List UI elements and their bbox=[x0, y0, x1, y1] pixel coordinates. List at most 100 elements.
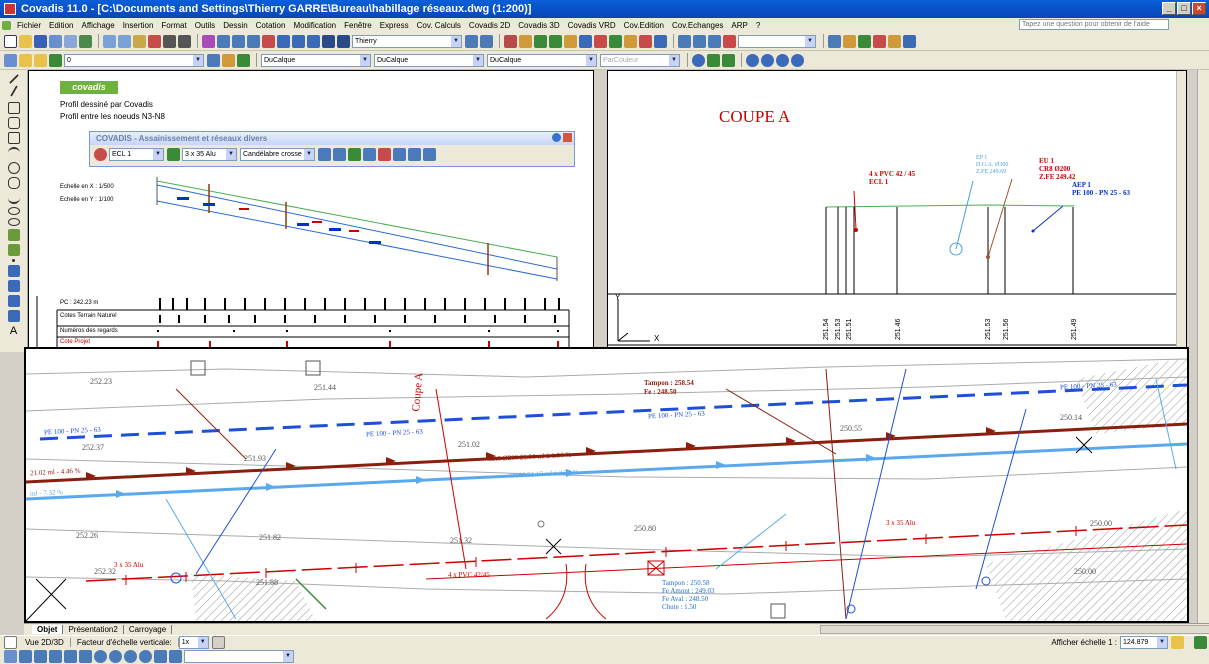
covadis-tool8-icon[interactable] bbox=[609, 34, 622, 48]
help-icon[interactable] bbox=[552, 133, 561, 142]
covadis-tool6-icon[interactable] bbox=[579, 34, 592, 48]
covadis-tool15-icon[interactable] bbox=[723, 34, 736, 48]
menu-insertion[interactable]: Insertion bbox=[119, 21, 158, 30]
user-tool-icon[interactable] bbox=[465, 34, 478, 48]
equipment-icon[interactable] bbox=[167, 148, 180, 161]
menu-cotation[interactable]: Cotation bbox=[252, 21, 290, 30]
layer-lock-icon[interactable] bbox=[49, 53, 62, 67]
orbit3-icon[interactable] bbox=[776, 53, 789, 67]
bb-tool7-icon[interactable] bbox=[94, 650, 107, 663]
redo-icon[interactable] bbox=[178, 34, 191, 48]
covadis-tool5-icon[interactable] bbox=[564, 34, 577, 48]
covadis-tool19-icon[interactable] bbox=[873, 34, 886, 48]
menu-help[interactable]: ? bbox=[752, 21, 764, 30]
menu-dessin[interactable]: Dessin bbox=[219, 21, 251, 30]
render2-icon[interactable] bbox=[707, 53, 720, 67]
fb-tool1-icon[interactable] bbox=[318, 148, 331, 161]
fb-tool4-icon[interactable] bbox=[363, 148, 376, 161]
paste-icon[interactable] bbox=[133, 34, 146, 48]
menu-cov-edition[interactable]: Cov.Edition bbox=[620, 21, 668, 30]
bb-tool4-icon[interactable] bbox=[49, 650, 62, 663]
tab-carroyage[interactable]: Carroyage bbox=[124, 625, 173, 634]
rectangle-icon[interactable] bbox=[7, 132, 20, 144]
quickcalc-icon[interactable] bbox=[337, 34, 350, 48]
pan-icon[interactable] bbox=[202, 34, 215, 48]
network-icon[interactable] bbox=[94, 148, 107, 161]
gradient-icon[interactable] bbox=[7, 280, 20, 292]
plan-horizontal-scrollbar[interactable] bbox=[820, 625, 1209, 634]
menu-cov-calculs[interactable]: Cov. Calculs bbox=[413, 21, 465, 30]
polygon-icon[interactable] bbox=[7, 117, 20, 129]
bb-tool6-icon[interactable] bbox=[79, 650, 92, 663]
lineweight-combo[interactable]: DuCalque bbox=[487, 53, 597, 67]
menu-outils[interactable]: Outils bbox=[191, 21, 219, 30]
construction-line-icon[interactable] bbox=[9, 85, 18, 97]
view-toggle-icon[interactable] bbox=[4, 636, 17, 649]
close-icon[interactable] bbox=[563, 133, 572, 142]
fb-tool2-icon[interactable] bbox=[333, 148, 346, 161]
covadis-tool2-icon[interactable] bbox=[519, 34, 532, 48]
bb-tool8-icon[interactable] bbox=[109, 650, 122, 663]
zoom-window-icon[interactable] bbox=[232, 34, 245, 48]
covadis-tool18-icon[interactable] bbox=[858, 34, 871, 48]
color-combo[interactable]: DuCalque bbox=[261, 53, 371, 67]
menu-format[interactable]: Format bbox=[157, 21, 190, 30]
user-combo[interactable]: Thierry bbox=[352, 34, 462, 48]
orbit2-icon[interactable] bbox=[761, 53, 774, 67]
layer-combo[interactable]: 0 bbox=[64, 53, 204, 67]
bb-tool1-icon[interactable] bbox=[4, 650, 17, 663]
orbit4-icon[interactable] bbox=[791, 53, 804, 67]
publish-icon[interactable] bbox=[79, 34, 92, 48]
hatch-icon[interactable] bbox=[7, 265, 20, 277]
cut-icon[interactable] bbox=[103, 34, 116, 48]
properties-icon[interactable] bbox=[262, 34, 275, 48]
bb-tool5-icon[interactable] bbox=[64, 650, 77, 663]
layer-states-icon[interactable] bbox=[237, 53, 250, 67]
covadis-tool10-icon[interactable] bbox=[639, 34, 652, 48]
facteur-apply-icon[interactable] bbox=[211, 636, 225, 649]
covadis-tool7-icon[interactable] bbox=[594, 34, 607, 48]
copy-icon[interactable] bbox=[118, 34, 131, 48]
fb-tool6-icon[interactable] bbox=[393, 148, 406, 161]
menu-express[interactable]: Express bbox=[376, 21, 413, 30]
revision-cloud-icon[interactable] bbox=[7, 177, 20, 189]
fb-tool5-icon[interactable] bbox=[378, 148, 391, 161]
make-current-layer-icon[interactable] bbox=[207, 53, 220, 67]
markup-icon[interactable] bbox=[322, 34, 335, 48]
user-tool2-icon[interactable] bbox=[480, 34, 493, 48]
bb-tool9-icon[interactable] bbox=[124, 650, 137, 663]
preview-icon[interactable] bbox=[64, 34, 77, 48]
bb-tool3-icon[interactable] bbox=[34, 650, 47, 663]
match-properties-icon[interactable] bbox=[148, 34, 161, 48]
maximize-button[interactable]: □ bbox=[1177, 2, 1191, 15]
menu-covadis-2d[interactable]: Covadis 2D bbox=[465, 21, 514, 30]
bb-tool12-icon[interactable] bbox=[169, 650, 182, 663]
bb-tool10-icon[interactable] bbox=[139, 650, 152, 663]
menu-affichage[interactable]: Affichage bbox=[77, 21, 118, 30]
vue-2d-3d-label[interactable]: Vue 2D/3D bbox=[19, 638, 71, 647]
menu-arp[interactable]: ARP bbox=[727, 21, 751, 30]
line-icon[interactable] bbox=[8, 74, 19, 84]
fb-tool7-icon[interactable] bbox=[408, 148, 421, 161]
minimize-button[interactable]: _ bbox=[1162, 2, 1176, 15]
menu-cov-echanges[interactable]: Cov.Echanges bbox=[668, 21, 727, 30]
region-icon[interactable] bbox=[7, 295, 20, 307]
covadis-tool13-icon[interactable] bbox=[693, 34, 706, 48]
covadis-tool20-icon[interactable] bbox=[888, 34, 901, 48]
open-icon[interactable] bbox=[19, 34, 32, 48]
covadis-tool21-icon[interactable] bbox=[903, 34, 916, 48]
polyline-icon[interactable] bbox=[7, 102, 20, 114]
menu-fenetre[interactable]: Fenêtre bbox=[340, 21, 376, 30]
equipment-combo[interactable]: Candélabre crosse bbox=[240, 148, 315, 161]
bb-tool2-icon[interactable] bbox=[19, 650, 32, 663]
facteur-combo[interactable]: 1x bbox=[178, 636, 209, 649]
undo-icon[interactable] bbox=[163, 34, 176, 48]
covadis-combo[interactable] bbox=[738, 34, 816, 48]
bb-tool11-icon[interactable] bbox=[154, 650, 167, 663]
covadis-tool11-icon[interactable] bbox=[654, 34, 667, 48]
arc-icon[interactable] bbox=[7, 147, 20, 159]
close-button[interactable]: × bbox=[1192, 2, 1206, 15]
menu-edition[interactable]: Edition bbox=[45, 21, 77, 30]
covadis-tool16-icon[interactable] bbox=[828, 34, 841, 48]
tab-presentation2[interactable]: Présentation2 bbox=[63, 625, 124, 634]
